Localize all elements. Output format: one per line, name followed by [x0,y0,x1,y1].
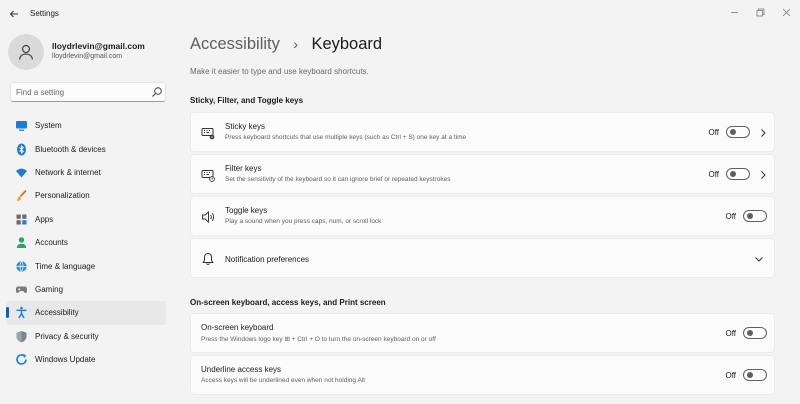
sidebar-item-network[interactable]: Network & internet [6,161,166,184]
section-title: Sticky, Filter, and Toggle keys [190,96,304,105]
card-description: Press the Windows logo key ⊞ + Ctrl + O … [201,336,436,343]
sidebar-item-bluetooth[interactable]: Bluetooth & devices [6,137,166,160]
speaker-icon [201,210,215,224]
notification-preferences-expander[interactable]: Notification preferences [190,238,775,278]
sidebar-item-time-language[interactable]: Time & language [6,254,166,277]
filter-keys-toggle[interactable] [726,168,750,180]
sidebar-item-accessibility[interactable]: Accessibility [6,301,166,325]
breadcrumb-parent[interactable]: Accessibility [190,35,280,53]
sticky-keys-icon [201,126,215,140]
chevron-right-icon [761,129,766,137]
sidebar-item-apps[interactable]: Apps [6,208,166,231]
card-title: Underline access keys [201,365,282,374]
shield-icon [14,329,28,343]
underline-access-keys-toggle[interactable] [743,369,767,381]
sidebar-item-label: Network & internet [35,167,101,177]
sidebar-item-label: System [35,121,62,131]
sidebar-item-label: Apps [35,214,54,224]
sidebar-item-label: Time & language [35,261,96,271]
user-email: lloydrlevin@gmail.com [52,53,123,60]
back-button[interactable] [6,6,22,22]
toggle-knob [729,171,736,177]
avatar[interactable] [8,34,44,70]
restore-button[interactable] [750,5,770,19]
bell-icon [201,252,215,266]
search-box[interactable] [10,82,166,102]
person-icon [18,44,34,60]
app-title: Settings [30,9,59,18]
sidebar-item-label: Accessibility [35,308,79,318]
update-icon [14,353,28,367]
search-input[interactable] [16,86,142,99]
toggle-keys-toggle[interactable] [743,210,767,222]
sidebar-item-label: Accounts [35,238,68,248]
sidebar-item-accounts[interactable]: Accounts [6,231,166,254]
restore-icon [756,8,764,16]
sidebar-item-personalization[interactable]: Personalization [6,184,166,207]
on-screen-keyboard-toggle[interactable] [743,327,767,339]
accessibility-icon [14,306,28,320]
card-description: Set the sensitivity of the keyboard so i… [225,176,451,183]
page-description: Make it easier to type and use keyboard … [190,67,369,76]
filter-keys-card[interactable]: Filter keys Set the sensitivity of the k… [190,154,775,194]
card-description: Play a sound when you press caps, num, o… [225,218,382,225]
sidebar-item-label: Gaming [35,284,64,294]
back-arrow-icon [9,10,18,18]
breadcrumb-separator: › [293,36,298,52]
card-title: Toggle keys [225,206,268,215]
sidebar-item-label: Windows Update [35,355,96,365]
underline-access-keys-card: Underline access keys Access keys will b… [190,355,775,395]
toggle-state-label: Off [708,128,719,137]
sticky-keys-toggle[interactable] [726,126,750,138]
toggle-state-label: Off [708,170,719,179]
close-button[interactable] [776,5,796,19]
sidebar-item-label: Personalization [35,191,90,201]
section-title: On-screen keyboard, access keys, and Pri… [190,298,386,307]
sidebar-item-gaming[interactable]: Gaming [6,278,166,301]
brush-icon [14,189,28,203]
toggle-state-label: Off [725,371,736,380]
user-name: lloydrlevin@gmail.com [52,41,145,51]
card-title: Filter keys [225,164,262,173]
apps-icon [14,212,28,226]
monitor-icon [14,119,28,133]
page-title: Keyboard [311,35,383,53]
card-title: Sticky keys [225,122,266,131]
sticky-keys-card[interactable]: Sticky keys Press keyboard shortcuts tha… [190,112,775,152]
filter-keys-icon [201,168,215,182]
minimize-button[interactable] [724,5,744,19]
toggle-knob [746,372,753,378]
chevron-right-icon [761,171,766,179]
toggle-knob [746,330,753,336]
card-description: Access keys will be underlined even when… [201,377,366,384]
chevron-down-icon[interactable] [754,254,764,264]
toggle-state-label: Off [725,212,736,221]
sidebar-item-privacy[interactable]: Privacy & security [6,325,166,348]
sidebar: lloydrlevin@gmail.com lloydrlevin@gmail.… [0,28,180,404]
wifi-icon [14,165,28,179]
breadcrumb: Accessibility › Keyboard [190,35,382,54]
minimize-icon [730,11,738,13]
card-title: Notification preferences [225,255,310,264]
on-screen-keyboard-card: On-screen keyboard Press the Windows log… [190,313,775,353]
search-icon[interactable] [151,86,163,98]
toggle-knob [729,129,736,135]
person-icon [14,236,28,250]
sidebar-item-system[interactable]: System [6,114,166,137]
card-description: Press keyboard shortcuts that use multip… [225,134,467,141]
sidebar-item-label: Bluetooth & devices [35,144,106,154]
bluetooth-icon [14,142,28,156]
sidebar-item-label: Privacy & security [35,331,99,341]
title-bar: Settings [0,0,800,28]
sidebar-item-windows-update[interactable]: Windows Update [6,348,166,371]
toggle-keys-card: Toggle keys Play a sound when you press … [190,196,775,236]
globe-clock-icon [14,259,28,273]
toggle-knob [746,213,753,219]
card-title: On-screen keyboard [201,323,274,332]
close-icon [782,8,790,16]
sidebar-nav: System Bluetooth & devices Network & int… [6,114,166,371]
toggle-state-label: Off [725,329,736,338]
gamepad-icon [14,282,28,296]
